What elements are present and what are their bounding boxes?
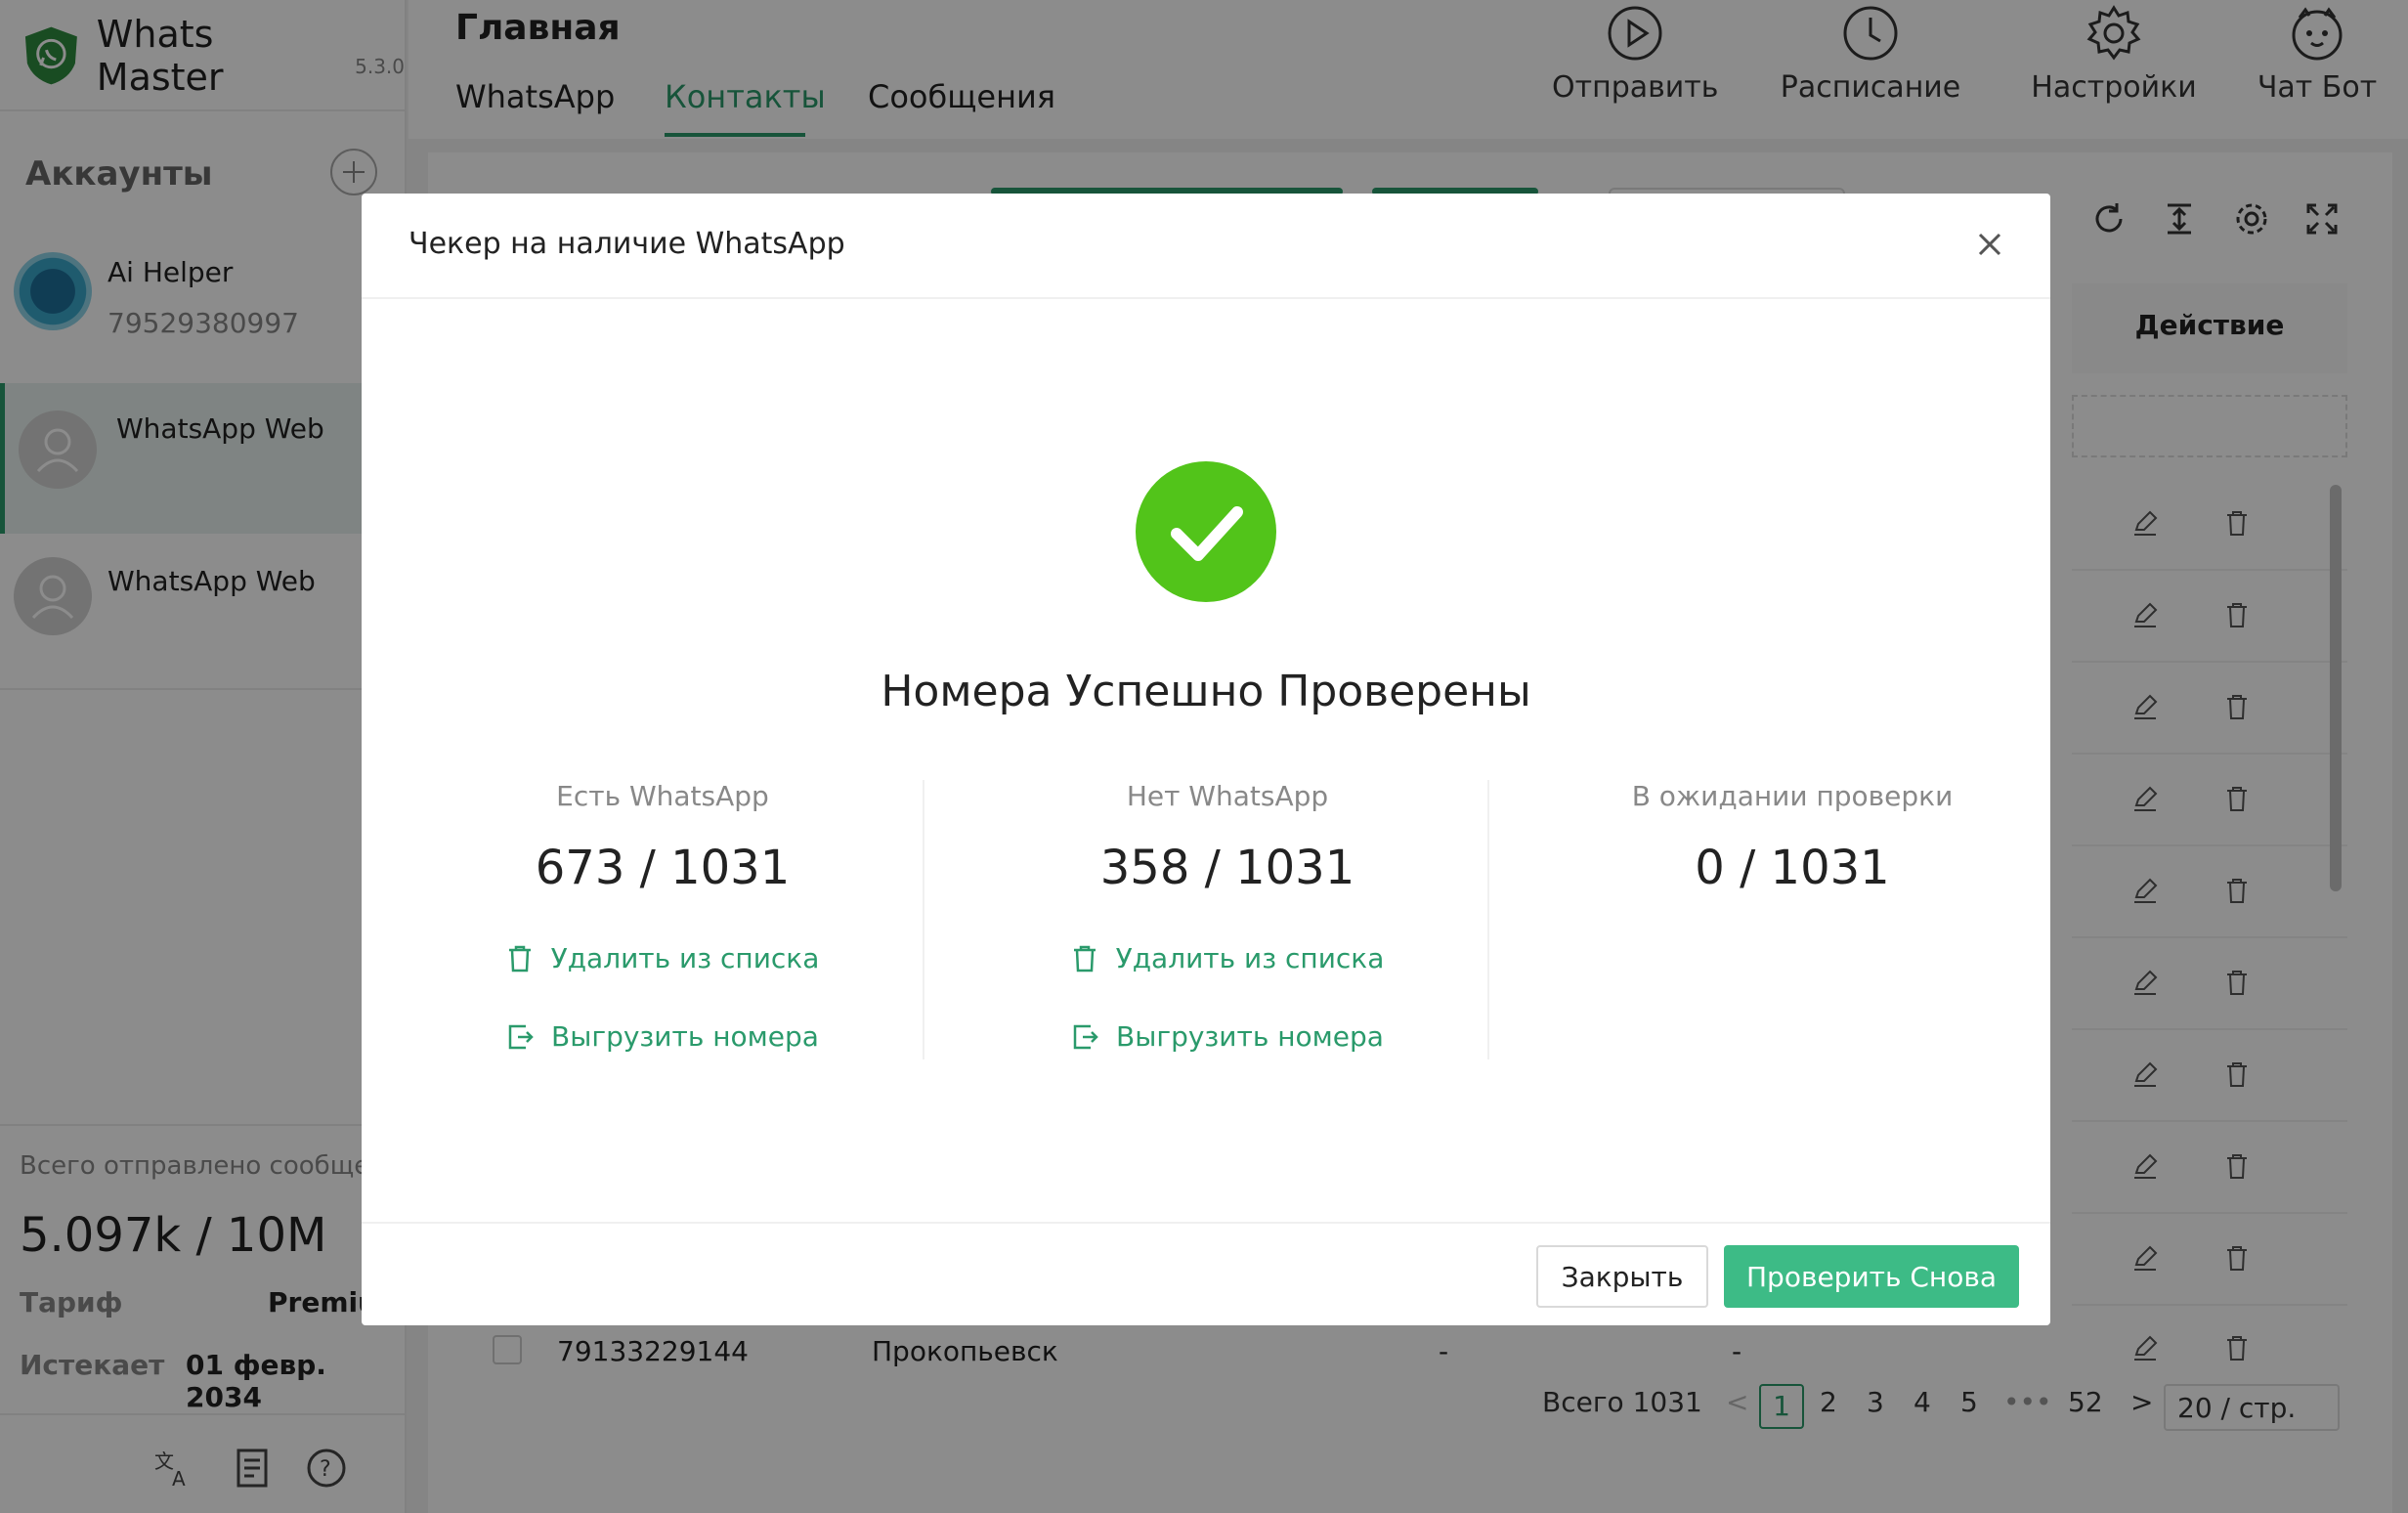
trash-icon <box>508 945 531 972</box>
check-again-button[interactable]: Проверить Снова <box>1724 1245 2019 1308</box>
no-whatsapp-count: 358 / 1031 <box>1099 841 1355 895</box>
whatsapp-checker-modal: Чекер на наличие WhatsApp Номера Успешно… <box>362 194 2050 1325</box>
delete-has-whatsapp-link[interactable]: Удалить из списка <box>381 942 944 974</box>
delete-label: Удалить из списка <box>550 942 820 974</box>
column-divider <box>1487 780 1489 1059</box>
export-label: Выгрузить номера <box>551 1020 819 1053</box>
export-icon <box>1073 1024 1098 1049</box>
modal-footer: Закрыть Проверить Снова <box>362 1222 2050 1325</box>
close-button[interactable]: Закрыть <box>1536 1245 1708 1308</box>
delete-label: Удалить из списка <box>1115 942 1385 974</box>
success-badge <box>1136 461 1276 602</box>
modal-title: Чекер на наличие WhatsApp <box>408 227 845 261</box>
app-window: Whats Master 5.3.0 Аккаунты Ai Helper 79… <box>0 0 2408 1513</box>
delete-no-whatsapp-link[interactable]: Удалить из списка <box>946 942 1509 974</box>
export-label: Выгрузить номера <box>1116 1020 1384 1053</box>
pending-label: В ожидании проверки <box>1631 780 1954 812</box>
pending-column: В ожидании проверки 0 / 1031 <box>1511 780 2074 1059</box>
modal-header: Чекер на наличие WhatsApp <box>362 194 2050 299</box>
has-whatsapp-count: 673 / 1031 <box>535 841 791 895</box>
export-no-whatsapp-link[interactable]: Выгрузить номера <box>946 1020 1509 1053</box>
has-whatsapp-column: Есть WhatsApp 673 / 1031 Удалить из спис… <box>381 780 944 1059</box>
has-whatsapp-label: Есть WhatsApp <box>556 780 769 812</box>
check-icon <box>1171 506 1243 561</box>
trash-icon <box>1073 945 1096 972</box>
column-divider <box>923 780 924 1059</box>
export-has-whatsapp-link[interactable]: Выгрузить номера <box>381 1020 944 1053</box>
no-whatsapp-label: Нет WhatsApp <box>1126 780 1329 812</box>
no-whatsapp-column: Нет WhatsApp 358 / 1031 Удалить из списк… <box>946 780 1509 1059</box>
export-icon <box>508 1024 534 1049</box>
pending-count: 0 / 1031 <box>1695 841 1890 895</box>
success-message: Номера Успешно Проверены <box>881 667 1531 716</box>
close-icon[interactable] <box>1968 223 2011 266</box>
